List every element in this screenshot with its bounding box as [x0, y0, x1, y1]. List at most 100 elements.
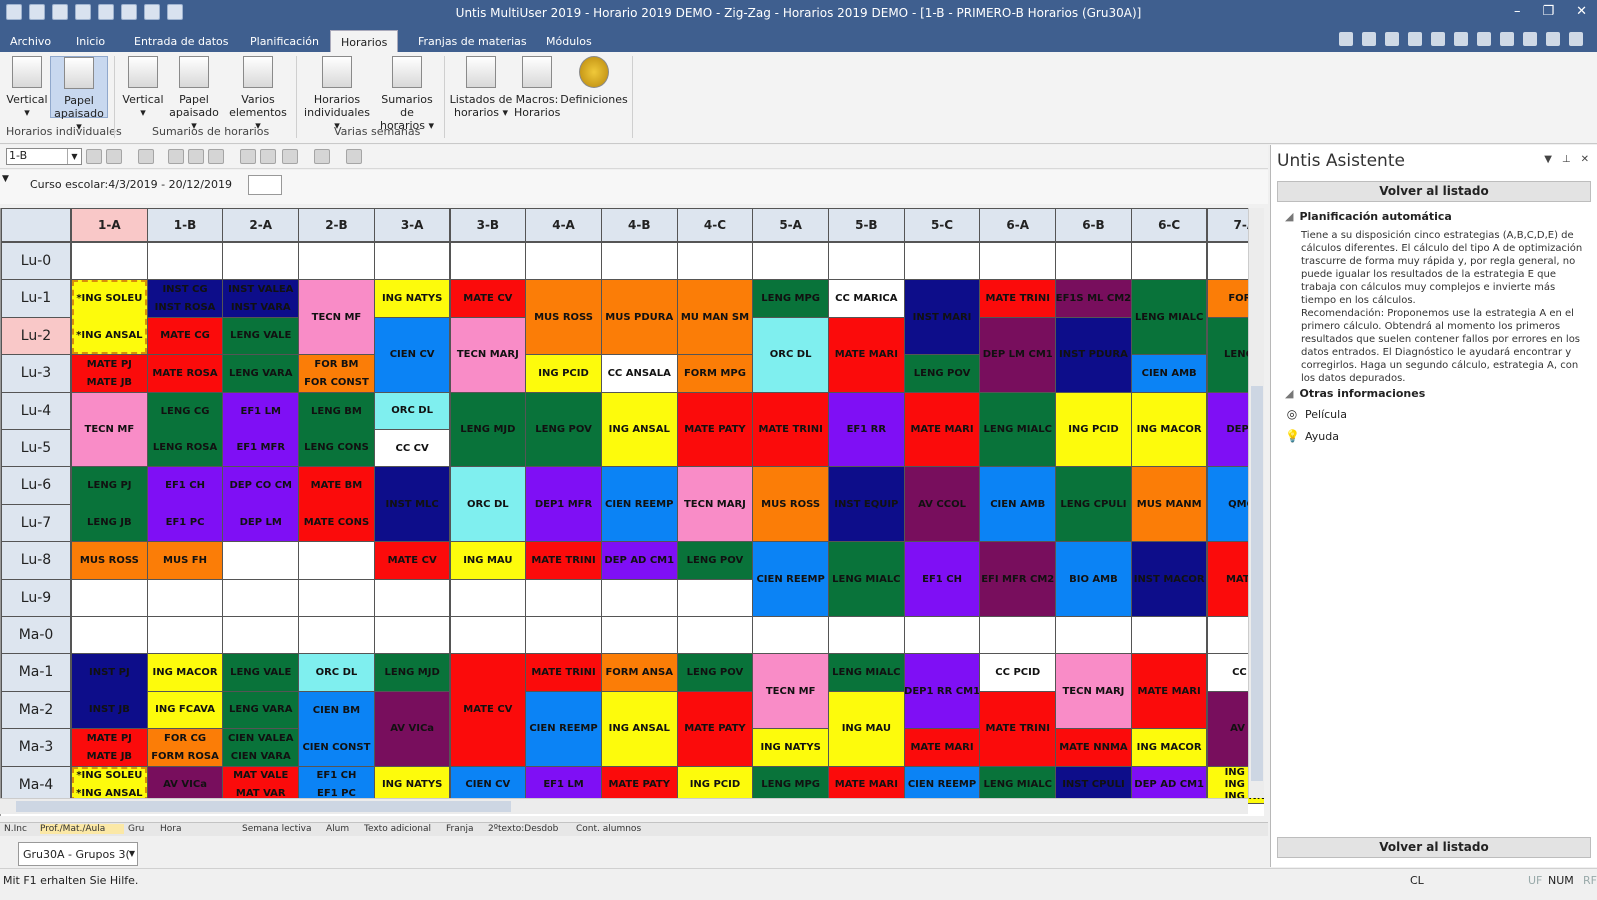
lesson-cell[interactable]: MATE TRINI [525, 541, 602, 580]
element-select[interactable]: 1-B ▼ [6, 148, 82, 165]
lesson-cell[interactable]: CC PCID [979, 653, 1057, 692]
tile-icon[interactable] [1408, 32, 1422, 46]
lesson-cell[interactable]: LENG MJD [449, 391, 527, 468]
lesson-cell[interactable]: CIEN REEMP [600, 466, 678, 543]
lesson-cell[interactable]: MATE ROSA [146, 354, 224, 393]
lesson-cell[interactable]: CIEN BM CIEN CONST [298, 690, 375, 767]
empty-slot[interactable] [903, 242, 981, 281]
column-header[interactable]: 5-B [828, 208, 905, 242]
chevron-down-icon[interactable]: ▼ [129, 849, 135, 858]
tab-2texto-desdob[interactable]: 2ºtexto:Desdob [488, 824, 572, 834]
people-tree-icon[interactable] [282, 149, 298, 164]
lesson-cell[interactable]: LENG VARA [222, 690, 300, 730]
tab-cont-alumnos[interactable]: Cont. alumnos [576, 824, 652, 834]
lesson-cell[interactable]: ING FCAVA [146, 690, 224, 730]
tile-icon[interactable] [1339, 32, 1353, 46]
empty-slot[interactable] [979, 242, 1057, 281]
lesson-cell[interactable]: MATE PATY [676, 690, 754, 767]
lesson-cell[interactable]: EF1 RR [828, 391, 905, 468]
section-planificacion[interactable]: ◢ Planificación automática [1285, 210, 1452, 223]
lesson-cell[interactable]: ING ANSAL [600, 391, 678, 468]
empty-slot[interactable] [71, 578, 148, 617]
empty-slot[interactable] [146, 578, 224, 617]
lesson-cell[interactable]: MATE PJ MATE JB [71, 728, 148, 767]
timetable-summaries-weeks-button[interactable]: Sumarios de horarios ▾ [374, 56, 440, 132]
lesson-cell[interactable]: LENG POV [525, 391, 602, 468]
lesson-cell[interactable]: MATE MARI [903, 728, 981, 767]
close-icon[interactable]: ✕ [1581, 154, 1589, 165]
child-minimize-icon[interactable] [1523, 32, 1537, 46]
lesson-cell[interactable]: LENG BM LENG CONS [298, 391, 375, 468]
calendar-icon[interactable] [248, 175, 282, 195]
row-label[interactable]: Lu-8 [1, 541, 71, 580]
lesson-cell[interactable]: CIEN CV [373, 316, 451, 393]
lesson-cell[interactable]: ING MACOR [146, 653, 224, 692]
lesson-cell[interactable]: *ING SOLEU *ING ANSAL [71, 279, 148, 356]
lesson-cell[interactable]: FOR BM FOR CONST [298, 354, 375, 393]
back-to-list-button-bottom[interactable]: Volver al listado [1277, 837, 1591, 858]
link-icon[interactable] [208, 149, 224, 164]
row-label[interactable]: Ma-3 [1, 728, 71, 767]
lesson-cell[interactable]: ING ANSAL [600, 690, 678, 767]
empty-slot[interactable] [222, 616, 300, 655]
lesson-cell[interactable]: MATE TRINI [525, 653, 602, 692]
tab-n-inc[interactable]: N.Inc [4, 824, 36, 834]
lesson-cell[interactable]: AV VICa [373, 690, 451, 767]
empty-slot[interactable] [298, 578, 375, 617]
empty-slot[interactable] [298, 616, 375, 655]
various-elements-button[interactable]: Varios elementos ▾ [226, 56, 290, 132]
collapse-icon[interactable]: ▼ [2, 174, 9, 184]
lesson-cell[interactable]: DEP1 RR CM1 [903, 653, 981, 730]
tile-icon[interactable] [1454, 32, 1468, 46]
chevron-down-icon[interactable]: ▼ [1544, 154, 1552, 165]
macros-timetables-button[interactable]: Macros: Horarios [514, 56, 560, 119]
empty-slot[interactable] [71, 242, 148, 281]
empty-slot[interactable] [979, 616, 1057, 655]
lesson-cell[interactable]: MATE NNMA [1055, 728, 1132, 767]
lesson-cell[interactable]: CC CV [373, 429, 451, 468]
empty-slot[interactable] [752, 242, 829, 281]
restore-icon[interactable]: ❐ [1542, 4, 1554, 19]
lesson-cell[interactable]: CIEN AMB [979, 466, 1057, 543]
empty-slot[interactable] [752, 616, 829, 655]
individual-timetables-weeks-button[interactable]: Horarios individuales ▾ [300, 56, 374, 132]
tab-archivo[interactable]: Archivo [0, 32, 61, 52]
tab-gru[interactable]: Gru [128, 824, 154, 834]
column-header[interactable]: 6-B [1055, 208, 1132, 242]
lesson-cell[interactable]: EFI MFR CM2 [979, 541, 1057, 617]
lesson-cell[interactable]: LENG MIALC [828, 653, 905, 692]
column-header[interactable]: 5-A [752, 208, 829, 242]
lesson-cell[interactable]: INST MARI [903, 279, 981, 356]
row-label[interactable]: Ma-2 [1, 690, 71, 730]
link-ayuda[interactable]: 💡 Ayuda [1285, 429, 1339, 443]
tile-icon[interactable] [1431, 32, 1445, 46]
tab-alum[interactable]: Alum [326, 824, 356, 834]
tab-horarios[interactable]: Horarios [330, 30, 399, 52]
lesson-cell[interactable]: LENG PJ LENG JB [71, 466, 148, 543]
tile-icon[interactable] [1477, 32, 1491, 46]
scroll-thumb[interactable] [1251, 386, 1263, 781]
definitions-button[interactable]: Definiciones [560, 56, 628, 106]
lesson-cell[interactable]: CIEN AMB [1130, 354, 1208, 393]
vertical-summary-button[interactable]: Vertical ▾ [120, 56, 166, 119]
empty-slot[interactable] [676, 242, 754, 281]
child-close-icon[interactable] [1569, 32, 1583, 46]
row-label[interactable]: Lu-2 [1, 316, 71, 356]
column-header[interactable]: 5-C [903, 208, 981, 242]
empty-slot[interactable] [1055, 242, 1132, 281]
lesson-cell[interactable]: MATE BM MATE CONS [298, 466, 375, 543]
empty-slot[interactable] [676, 616, 754, 655]
tab-texto-adicional[interactable]: Texto adicional [364, 824, 442, 834]
empty-slot[interactable] [1055, 616, 1132, 655]
tile-icon[interactable] [1385, 32, 1399, 46]
empty-slot[interactable] [222, 242, 300, 281]
lesson-cell[interactable]: INST PDURA [1055, 316, 1132, 393]
column-header[interactable]: 2-B [298, 208, 375, 242]
column-header[interactable]: 4-C [676, 208, 754, 242]
scroll-thumb[interactable] [16, 801, 511, 812]
lesson-cell[interactable]: MATE PJ MATE JB [71, 354, 148, 393]
lesson-cell[interactable]: CIEN VALEA CIEN VARA [222, 728, 300, 767]
lesson-cell[interactable]: CC ANSALA [600, 354, 678, 393]
lesson-cell[interactable]: CIEN REEMP [752, 541, 829, 617]
tab-planificacion[interactable]: Planificación [240, 32, 329, 52]
